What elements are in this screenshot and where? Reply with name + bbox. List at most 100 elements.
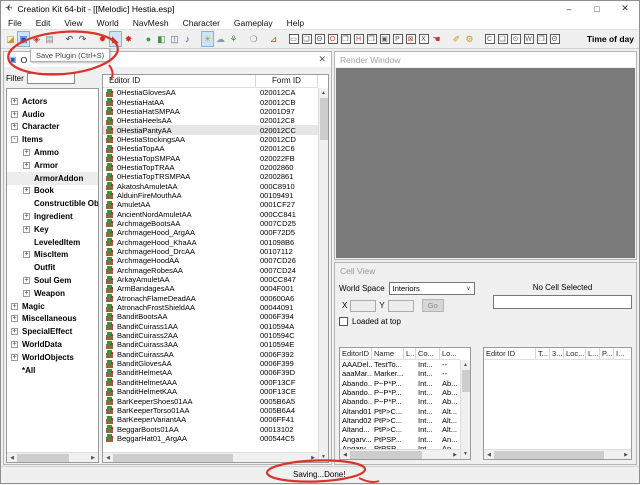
scroll-thumb[interactable] (494, 451, 604, 459)
tree-expand-icon[interactable]: + (11, 315, 18, 322)
cell-row[interactable]: Abando... P~P*P... Int... Ab... (340, 388, 460, 397)
refs-column-p[interactable]: P... (600, 348, 614, 359)
pick-tool-icon[interactable]: ✐ (450, 31, 463, 47)
tree-expand-icon[interactable]: + (23, 226, 30, 233)
cells-column-editorid[interactable]: EditorID (340, 348, 372, 359)
object-window-close-icon[interactable]: ✕ (318, 54, 326, 65)
cell-row[interactable]: Altand02 PtP>C... Int... Alt... (340, 416, 460, 425)
cells-column-lo[interactable]: Lo... (440, 348, 460, 359)
primitive-cube-icon[interactable]: ❒ (365, 31, 378, 47)
open-plugin-icon[interactable]: ◪ (4, 31, 17, 47)
select-references-icon[interactable]: ☚ (430, 31, 443, 47)
list-horizontal-scrollbar[interactable]: ◀ ▶ (103, 452, 318, 462)
scroll-right-icon[interactable]: ▶ (308, 455, 318, 461)
toggle-sky-icon[interactable]: ☁ (214, 31, 227, 47)
cell-row[interactable]: Altand01 PtP>C... Int... Alt... (340, 406, 460, 415)
scroll-left-icon[interactable]: ◀ (7, 455, 17, 461)
list-item-archmagehood-argaa[interactable]: ArchmageHood_ArgAA 000F72D5 (103, 228, 318, 237)
menu-world[interactable]: World (90, 18, 126, 28)
list-item-0hestiastockingsaa[interactable]: 0HestiaStockingsAA 020012CD (103, 135, 318, 144)
list-item-archmagerobesaa[interactable]: ArchmageRobesAA 0007CD24 (103, 266, 318, 275)
sound-view-icon[interactable]: ♪ (181, 31, 194, 47)
tree-horizontal-scrollbar[interactable]: ◀ ▶ (7, 452, 98, 462)
list-item-beggarboots01aa[interactable]: BeggarBoots01AA 00013102 (103, 424, 318, 433)
list-item-banditcuirass1aa[interactable]: BanditCuirass1AA 0010594A (103, 322, 318, 331)
list-item-0hestiatoptrsmpaa[interactable]: 0HestiaTopTRSMPAA 02002861 (103, 172, 318, 181)
list-item-arkayamuletaa[interactable]: ArkayAmuletAA 000CC847 (103, 275, 318, 284)
warnings-window-icon[interactable]: ⊠ (404, 31, 417, 47)
list-item-bandithelmetaa[interactable]: BanditHelmetAA 0006F39D (103, 368, 318, 377)
y-coordinate-input[interactable] (388, 300, 414, 312)
cell-row[interactable]: Angarv... PtPSP... Int... An... (340, 434, 460, 443)
x-coordinate-input[interactable] (350, 300, 376, 312)
tree-expand-icon[interactable]: - (11, 136, 18, 143)
list-item-archmagehoodaa[interactable]: ArchmageHoodAA 0007CD26 (103, 256, 318, 265)
tree-item-magic[interactable]: + Magic (7, 300, 98, 313)
menu-character[interactable]: Character (176, 18, 227, 28)
tree-expand-icon[interactable]: + (23, 187, 30, 194)
filter-input[interactable] (27, 73, 75, 84)
undo-icon[interactable]: ↶ (63, 31, 76, 47)
list-item-ancientnordamuletaa[interactable]: AncientNordAmuletAA 000CC841 (103, 209, 318, 218)
list-item-armbandagesaa[interactable]: ArmBandagesAA 0004F001 (103, 284, 318, 293)
tree-item-armoraddon[interactable]: ArmorAddon (7, 172, 98, 185)
cells-column-name[interactable]: Name (372, 348, 404, 359)
world-space-dropdown[interactable]: Interiors ∨ (389, 282, 475, 295)
menu-help[interactable]: Help (280, 18, 311, 28)
cell-row[interactable]: aaaMar... Marker... Int... -- (340, 369, 460, 378)
tree-item-character[interactable]: + Character (7, 121, 98, 134)
list-item-barkeepertorso01aa[interactable]: BarKeeperTorso01AA 0005B6A4 (103, 406, 318, 415)
list-item-0hestiapantyaa[interactable]: 0HestiaPantyAA 020012CC (103, 125, 318, 134)
list-item-bandithelmetaaa[interactable]: BanditHelmetAAA 000F13CF (103, 378, 318, 387)
list-item-barkeepervariantaa[interactable]: BarKeeperVariantAA 0006FF41 (103, 415, 318, 424)
tree-expand-icon[interactable]: + (23, 251, 30, 258)
list-item-atronachfrostshieldaa[interactable]: AtronachFrostShieldAA 00044091 (103, 303, 318, 312)
menu-edit[interactable]: Edit (29, 18, 58, 28)
list-item-archmagehood-khaaa[interactable]: ArchmageHood_KhaAA 001098B6 (103, 238, 318, 247)
loaded-at-top-checkbox[interactable] (339, 317, 348, 326)
tree-expand-icon[interactable]: + (23, 213, 30, 220)
markers-toggle-icon[interactable]: ▣ (378, 31, 391, 47)
material-editor-icon[interactable]: ⚙ (463, 31, 476, 47)
tree-item-worlddata[interactable]: + WorldData (7, 338, 98, 351)
list-vertical-scrollbar[interactable]: ▲ ▼ (318, 88, 328, 462)
list-item-0hestiatoptraa[interactable]: 0HestiaTopTRAA 02002860 (103, 163, 318, 172)
refs-column-editor-id[interactable]: Editor ID (484, 348, 536, 359)
list-item-atronachflamedeadaa[interactable]: AtronachFlameDeadAA 000600A6 (103, 294, 318, 303)
scroll-thumb[interactable] (462, 370, 470, 392)
menu-navmesh[interactable]: NavMesh (126, 18, 176, 28)
cells-horizontal-scrollbar[interactable]: ◀ ▶ (340, 449, 460, 459)
clock-icon[interactable]: Θ (313, 31, 326, 47)
close-button[interactable]: ✕ (611, 1, 639, 16)
compiler-window-icon[interactable]: C (483, 31, 496, 47)
tree-item-soul-gem[interactable]: + Soul Gem (7, 274, 98, 287)
tree-expand-icon[interactable]: + (11, 303, 18, 310)
layout-window-icon[interactable]: ❏ (496, 31, 509, 47)
list-item-akatoshamuletaa[interactable]: AkatoshAmuletAA 000C8910 (103, 181, 318, 190)
list-item-0hestiatopaa[interactable]: 0HestiaTopAA 020012C6 (103, 144, 318, 153)
cells-vertical-scrollbar[interactable]: ▲ ▼ (460, 360, 470, 459)
scroll-right-icon[interactable]: ▶ (621, 452, 631, 458)
scroll-down-icon[interactable]: ▼ (321, 452, 326, 462)
list-item-0hestiaheelsaa[interactable]: 0HestiaHeelsAA 020012C8 (103, 116, 318, 125)
list-item-banditbootsaa[interactable]: BanditBootsAA 0006F394 (103, 312, 318, 321)
cells-column-l[interactable]: L... (404, 348, 416, 359)
tree-item-weapon[interactable]: + Weapon (7, 287, 98, 300)
tree-item-armor[interactable]: + Armor (7, 159, 98, 172)
tree-expand-icon[interactable]: + (11, 98, 18, 105)
tree-item-audio[interactable]: + Audio (7, 108, 98, 121)
scroll-left-icon[interactable]: ◀ (340, 452, 350, 458)
snap-to-grid-icon[interactable]: ✹ (96, 31, 109, 47)
scroll-right-icon[interactable]: ▶ (450, 452, 460, 458)
render-window-titlebar[interactable]: Render Window (335, 52, 636, 67)
toggle-lights-icon[interactable]: ☀ (201, 31, 214, 47)
tree-expand-icon[interactable]: + (11, 328, 18, 335)
list-item-0hestiaglovesaa[interactable]: 0HestiaGlovesAA 020012CA (103, 88, 318, 97)
cells-column-co[interactable]: Co... (416, 348, 440, 359)
minimize-button[interactable]: – (555, 1, 583, 16)
papyrus-window-icon[interactable]: P (391, 31, 404, 47)
landscape-editing-icon[interactable]: ◧ (155, 31, 168, 47)
cell-view-toggle-icon[interactable]: ❐ (339, 31, 352, 47)
tree-item-miscitem[interactable]: + MiscItem (7, 249, 98, 262)
menu-file[interactable]: File (1, 18, 29, 28)
